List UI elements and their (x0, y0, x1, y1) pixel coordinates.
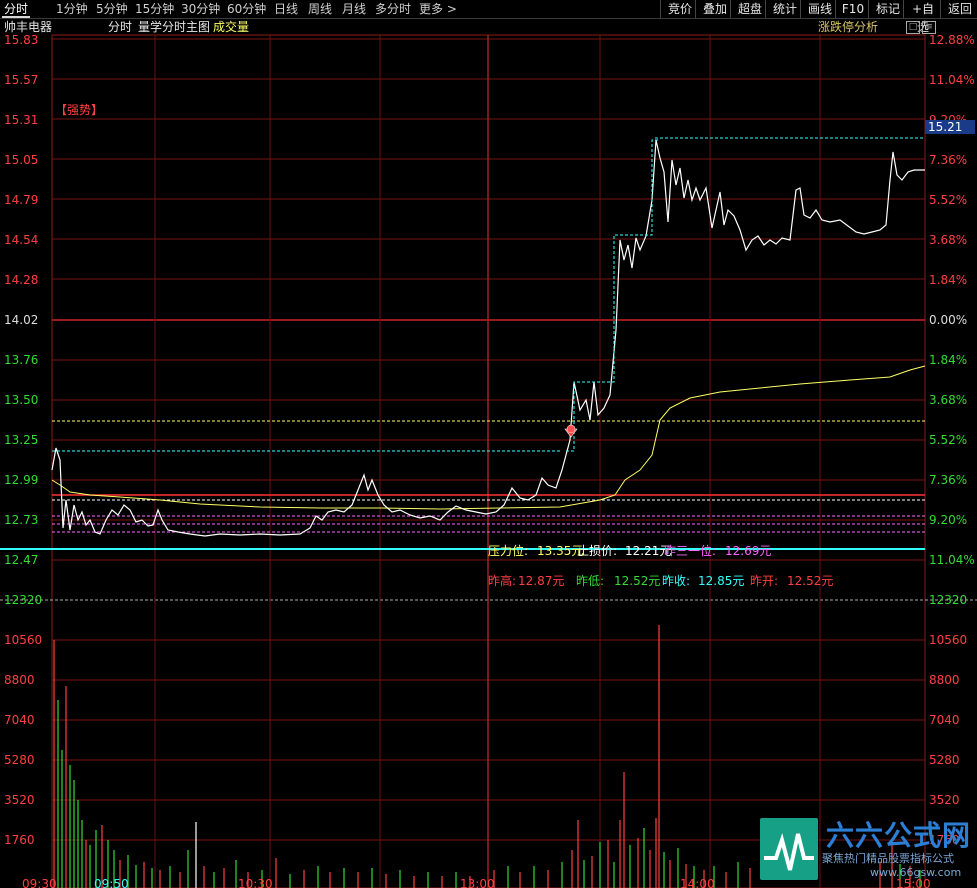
watermark-slogan: 聚焦热门精品股票指标公式 (822, 852, 954, 865)
volume-tick: 10560 (929, 633, 967, 647)
stop-label: 止损价: (577, 544, 617, 558)
price-tick: 14.54 (4, 233, 38, 247)
intraday-chart[interactable]: 15.83 15.57 15.31 15.05 14.79 14.54 14.28 14.02… (0, 0, 977, 888)
current-price-tag: 15.21 (928, 120, 962, 134)
price-axis-left: 15.83 15.57 15.31 15.05 14.79 14.54 14.28 14.02… (4, 33, 42, 607)
pct-tick: 3.68% (929, 233, 967, 247)
third-label: 昨三一位: (664, 543, 716, 558)
volume-tick: 3520 (4, 793, 35, 807)
price-tick: 13.25 (4, 433, 38, 447)
price-tick: 15.31 (4, 113, 38, 127)
price-tick: 12.47 (4, 553, 38, 567)
time-label: 13:00 (460, 877, 495, 888)
time-label: 10:30 (238, 877, 273, 888)
prev-close-value: 12.85元 (698, 574, 744, 588)
signal-dot-icon (566, 424, 576, 434)
watermark-brand: 六六公式网 (826, 819, 972, 852)
watermark-url: www.66gsw.com (870, 866, 962, 879)
price-tick: 13.76 (4, 353, 38, 367)
price-tick: 15.05 (4, 153, 38, 167)
pressure-label: 压力位: (488, 543, 528, 558)
prev-low-label: 昨低: (576, 574, 604, 588)
time-label: 14:00 (680, 877, 715, 888)
chart-grid (0, 34, 977, 888)
volume-tick: 1760 (4, 833, 35, 847)
price-tick: 13.50 (4, 393, 38, 407)
volume-tick: 7040 (4, 713, 35, 727)
pct-tick: 7.36% (929, 153, 967, 167)
volume-tick: 7040 (929, 713, 960, 727)
pct-tick: 3.68% (929, 393, 967, 407)
volume-tick: 5280 (4, 753, 35, 767)
pct-tick: 12320 (929, 593, 967, 607)
prev-open-label: 昨开: (750, 574, 778, 588)
prev-high-label: 昨高: (488, 573, 516, 588)
volume-tick: 8800 (929, 673, 960, 687)
volume-tick: 3520 (929, 793, 960, 807)
watermark-logo-icon (760, 818, 818, 880)
pct-tick: 0.00% (929, 313, 967, 327)
time-label: 09:30 (22, 877, 57, 888)
pct-tick: 11.04% (929, 553, 975, 567)
price-tick: 14.28 (4, 273, 38, 287)
pct-tick: 5.52% (929, 193, 967, 207)
volume-tick: 10560 (4, 633, 42, 647)
pct-tick: 7.36% (929, 473, 967, 487)
price-tick: 12.99 (4, 473, 38, 487)
pct-tick: 5.52% (929, 433, 967, 447)
pct-tick: 12.88% (929, 33, 975, 47)
time-label: 09:50 (94, 877, 129, 888)
price-tick: 12320 (4, 593, 42, 607)
third-value: 12.69元 (725, 544, 771, 558)
volume-tick: 5280 (929, 753, 960, 767)
price-tick: 14.02 (4, 313, 38, 327)
pct-tick: 9.20% (929, 513, 967, 527)
prev-close-label: 昨收: (662, 574, 690, 588)
price-tick: 14.79 (4, 193, 38, 207)
volume-tick: 8800 (4, 673, 35, 687)
price-tick: 12.73 (4, 513, 38, 527)
volume-axis: 10560 10560 8800 8800 7040 7040 5280 5280 3520 35… (4, 633, 967, 847)
pct-tick: 1.84% (929, 273, 967, 287)
prev-low-value: 12.52元 (614, 574, 660, 588)
prev-high-value: 12.87元 (518, 574, 564, 588)
strong-tag: 【强势】 (55, 103, 103, 117)
breakout-step-line (566, 139, 660, 452)
reference-lines (0, 137, 925, 550)
prev-open-value: 12.52元 (787, 574, 833, 588)
price-tick: 15.83 (4, 33, 38, 47)
price-tick: 15.57 (4, 73, 38, 87)
pct-tick: 11.04% (929, 73, 975, 87)
pct-tick: 1.84% (929, 353, 967, 367)
